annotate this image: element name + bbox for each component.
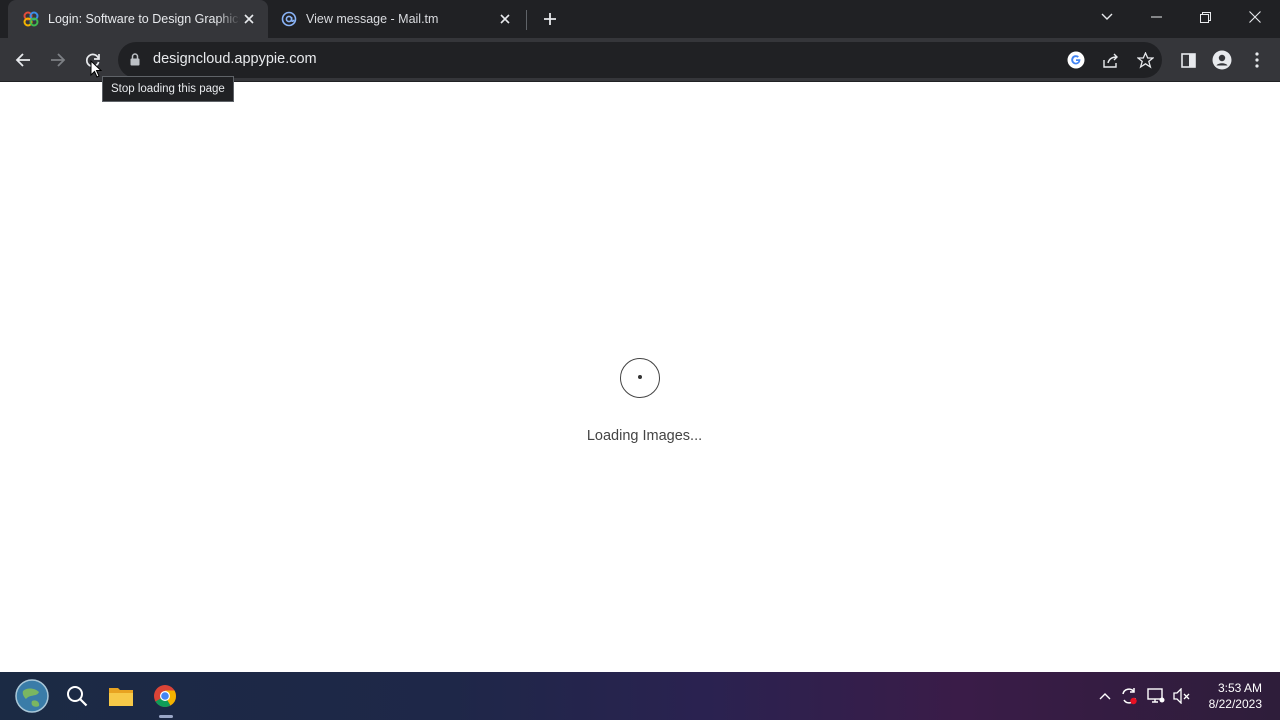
network-icon[interactable] bbox=[1146, 686, 1166, 706]
clock-date: 8/22/2023 bbox=[1208, 697, 1262, 711]
chrome-icon bbox=[154, 685, 176, 707]
restore-button[interactable] bbox=[1182, 0, 1228, 34]
arrow-left-icon bbox=[15, 53, 30, 67]
back-button[interactable] bbox=[8, 45, 38, 75]
loading-spinner-icon bbox=[620, 358, 660, 398]
forward-button[interactable] bbox=[43, 45, 73, 75]
close-tab-icon[interactable] bbox=[496, 10, 514, 28]
at-sign-icon bbox=[280, 10, 298, 28]
start-globe-icon bbox=[15, 679, 49, 713]
tab-separator bbox=[526, 10, 527, 30]
tab-login[interactable]: Login: Software to Design Graphics bbox=[8, 0, 268, 38]
system-clock[interactable]: 3:53 AM 8/22/2023 bbox=[1209, 680, 1262, 712]
close-window-button[interactable] bbox=[1232, 0, 1278, 34]
tab-title: Login: Software to Design Graphics bbox=[48, 12, 240, 26]
profile-icon bbox=[1212, 50, 1232, 70]
file-explorer-icon bbox=[109, 688, 133, 706]
start-button[interactable] bbox=[14, 678, 50, 714]
browser-menu-button[interactable] bbox=[1242, 45, 1272, 75]
chevron-down-icon bbox=[1101, 13, 1113, 20]
search-icon bbox=[67, 686, 88, 707]
volume-muted-icon[interactable] bbox=[1172, 686, 1192, 706]
sync-status-icon[interactable] bbox=[1119, 686, 1139, 706]
close-icon bbox=[1249, 11, 1261, 23]
tab-strip: Login: Software to Design Graphics View … bbox=[0, 0, 1280, 38]
restore-icon bbox=[1199, 11, 1211, 23]
windows-taskbar: 3:53 AM 8/22/2023 bbox=[0, 672, 1280, 720]
show-hidden-icons-button[interactable] bbox=[1095, 686, 1115, 706]
file-explorer-button[interactable] bbox=[103, 678, 139, 714]
minimize-button[interactable] bbox=[1133, 0, 1179, 34]
page-content: Loading Images... bbox=[0, 83, 1280, 672]
loading-message: Loading Images... bbox=[586, 428, 703, 444]
minimize-icon bbox=[1150, 16, 1162, 18]
chrome-taskbar-button[interactable] bbox=[147, 678, 183, 714]
chevron-up-icon bbox=[1099, 693, 1111, 700]
mouse-cursor-icon bbox=[90, 59, 103, 83]
side-panel-icon bbox=[1180, 52, 1196, 68]
tab-mail[interactable]: View message - Mail.tm bbox=[268, 0, 524, 38]
bookmark-star-icon[interactable] bbox=[1135, 50, 1155, 70]
url-text: designcloud.appypie.com bbox=[153, 51, 317, 67]
tab-title: View message - Mail.tm bbox=[306, 12, 439, 26]
new-tab-button[interactable] bbox=[538, 7, 562, 31]
google-lens-icon[interactable] bbox=[1066, 50, 1086, 70]
active-app-indicator bbox=[159, 715, 173, 718]
appypie-logo-icon bbox=[22, 10, 40, 28]
arrow-right-icon bbox=[51, 53, 66, 67]
spinner-dot bbox=[638, 375, 642, 379]
lock-icon[interactable] bbox=[130, 53, 140, 71]
kebab-menu-icon bbox=[1255, 52, 1259, 68]
profile-button[interactable] bbox=[1207, 45, 1237, 75]
reload-tooltip: Stop loading this page bbox=[102, 76, 234, 102]
tab-search-button[interactable] bbox=[1084, 0, 1130, 34]
taskbar-search-button[interactable] bbox=[59, 678, 95, 714]
side-panel-button[interactable] bbox=[1173, 45, 1203, 75]
close-tab-icon[interactable] bbox=[240, 10, 258, 28]
plus-icon bbox=[544, 13, 556, 25]
clock-time: 3:53 AM bbox=[1217, 681, 1262, 695]
address-bar[interactable]: designcloud.appypie.com bbox=[118, 42, 1162, 78]
share-icon[interactable] bbox=[1101, 50, 1121, 70]
